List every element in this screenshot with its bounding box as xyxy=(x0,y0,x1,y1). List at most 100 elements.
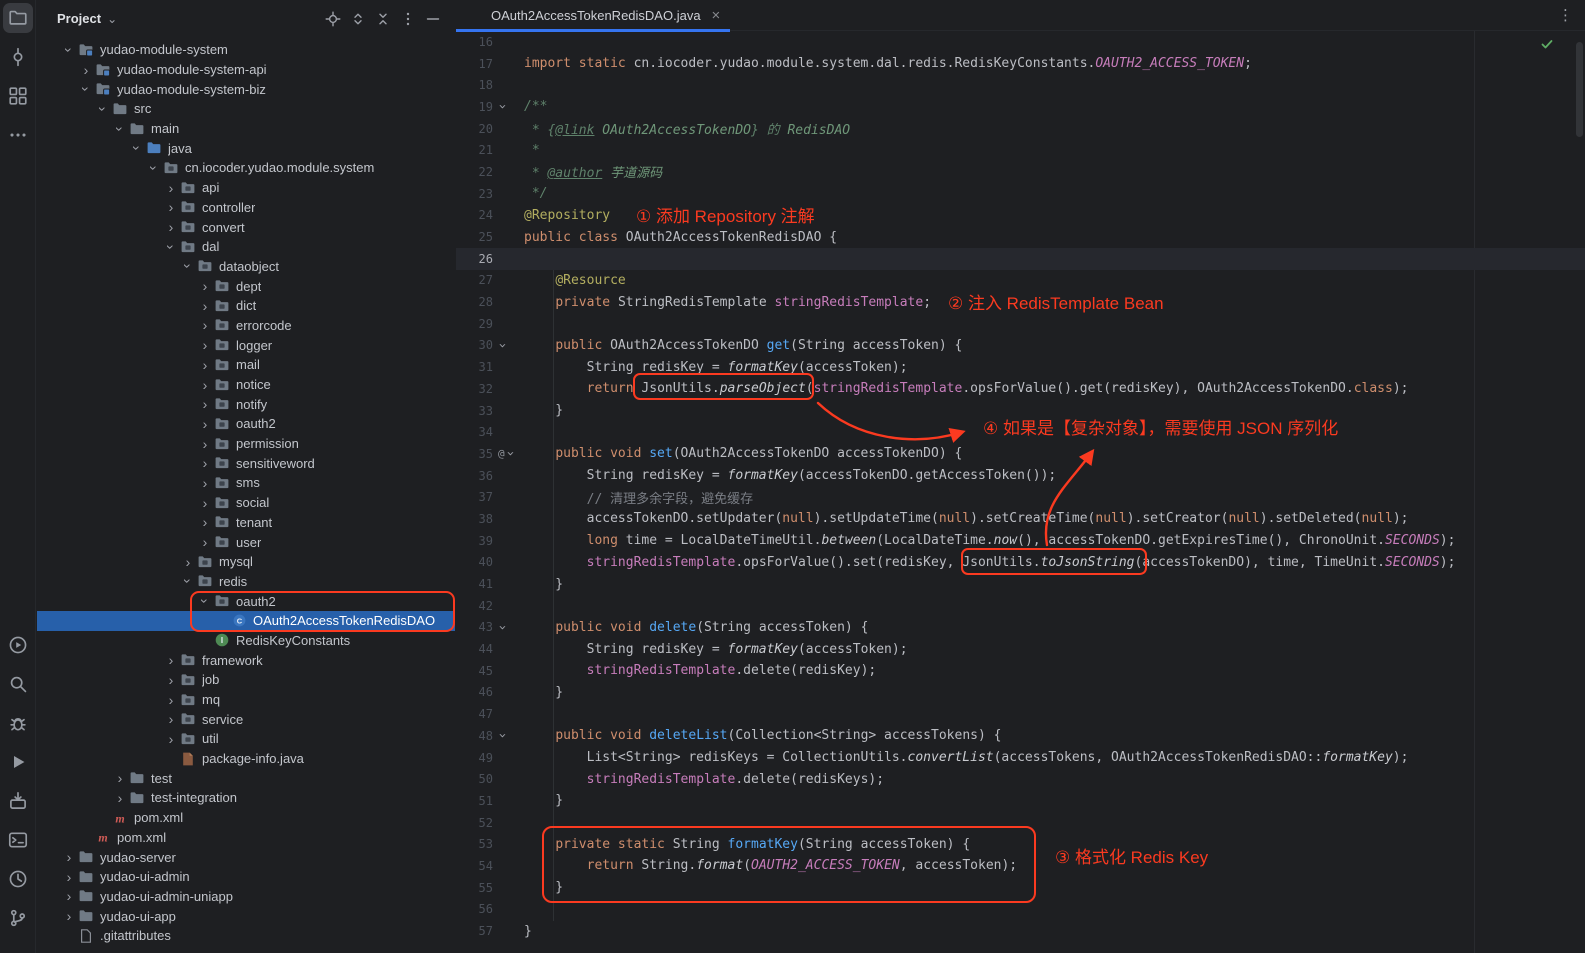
code-line[interactable]: 18 xyxy=(456,74,1585,96)
more-icon[interactable] xyxy=(3,120,33,150)
code-line[interactable]: 47 xyxy=(456,703,1585,725)
line-number[interactable]: 21 xyxy=(456,143,498,157)
editor-options-icon[interactable]: ⋮ xyxy=(1546,6,1585,24)
tree-item[interactable]: ›test xyxy=(37,768,455,788)
line-number[interactable]: 52 xyxy=(456,816,498,830)
terminal-icon[interactable] xyxy=(3,825,33,855)
build-icon[interactable] xyxy=(3,786,33,816)
code-line[interactable]: 32 return JsonUtils.parseObject(stringRe… xyxy=(456,378,1585,400)
code-line[interactable]: 30› public OAuth2AccessTokenDO get(Strin… xyxy=(456,335,1585,357)
chevron-collapsed-icon[interactable]: › xyxy=(197,318,213,332)
chevron-collapsed-icon[interactable]: › xyxy=(112,771,128,785)
tree-item[interactable]: ›job xyxy=(37,670,455,690)
code-line[interactable]: 53 private static String formatKey(Strin… xyxy=(456,833,1585,855)
tree-item[interactable]: ›notify xyxy=(37,394,455,414)
line-number[interactable]: 51 xyxy=(456,794,498,808)
tree-item[interactable]: ›yudao-server xyxy=(37,847,455,867)
chevron-collapsed-icon[interactable]: › xyxy=(163,181,179,195)
line-number[interactable]: 45 xyxy=(456,664,498,678)
line-number[interactable]: 16 xyxy=(456,35,498,49)
chevron-collapsed-icon[interactable]: › xyxy=(197,299,213,313)
line-number[interactable]: 22 xyxy=(456,165,498,179)
chevron-collapsed-icon[interactable]: › xyxy=(61,850,77,864)
chevron-collapsed-icon[interactable]: › xyxy=(197,515,213,529)
line-number[interactable]: 40 xyxy=(456,555,498,569)
chevron-expanded-icon[interactable]: › xyxy=(113,121,127,137)
chevron-collapsed-icon[interactable]: › xyxy=(197,358,213,372)
code-line[interactable]: 16 xyxy=(456,31,1585,53)
line-number[interactable]: 29 xyxy=(456,317,498,331)
code-line[interactable]: 43› public void delete(String accessToke… xyxy=(456,617,1585,639)
tree-item[interactable]: ›java xyxy=(37,138,455,158)
code-line[interactable]: 48› public void deleteList(Collection<St… xyxy=(456,725,1585,747)
chevron-expanded-icon[interactable]: › xyxy=(147,160,161,176)
fold-icon[interactable]: › xyxy=(494,623,509,631)
code-line[interactable]: 33 } xyxy=(456,400,1585,422)
code-line[interactable]: 28 private StringRedisTemplate stringRed… xyxy=(456,291,1585,313)
tree-item[interactable]: ›dict xyxy=(37,296,455,316)
tree-item[interactable]: ›dal xyxy=(37,237,455,257)
tree-item[interactable]: ›oauth2 xyxy=(37,591,455,611)
project-panel-title[interactable]: Project xyxy=(57,11,101,26)
fold-icon[interactable]: › xyxy=(494,103,509,111)
tree-item[interactable]: ›convert xyxy=(37,217,455,237)
code-line[interactable]: 37 // 清理多余字段，避免缓存 xyxy=(456,486,1585,508)
code-line[interactable]: 45 stringRedisTemplate.delete(redisKey); xyxy=(456,660,1585,682)
chevron-collapsed-icon[interactable]: › xyxy=(163,220,179,234)
chevron-expanded-icon[interactable]: › xyxy=(181,258,195,274)
tree-item[interactable]: ›controller xyxy=(37,198,455,218)
chevron-collapsed-icon[interactable]: › xyxy=(163,693,179,707)
line-number[interactable]: 18 xyxy=(456,78,498,92)
chevron-collapsed-icon[interactable]: › xyxy=(197,338,213,352)
code-line[interactable]: 38 accessTokenDO.setUpdater(null).setUpd… xyxy=(456,508,1585,530)
line-number[interactable]: 39 xyxy=(456,534,498,548)
line-number[interactable]: 38 xyxy=(456,512,498,526)
tree-item[interactable]: ›main xyxy=(37,119,455,139)
code-line[interactable]: 46 } xyxy=(456,682,1585,704)
code-line[interactable]: 29 xyxy=(456,313,1585,335)
tree-item[interactable]: ›yudao-ui-app xyxy=(37,906,455,926)
chevron-collapsed-icon[interactable]: › xyxy=(197,437,213,451)
line-number[interactable]: 43 xyxy=(456,620,498,634)
chevron-collapsed-icon[interactable]: › xyxy=(163,732,179,746)
chevron-expanded-icon[interactable]: › xyxy=(198,593,212,609)
project-icon[interactable] xyxy=(3,3,33,33)
line-number[interactable]: 42 xyxy=(456,599,498,613)
code-line[interactable]: 41 } xyxy=(456,573,1585,595)
line-number[interactable]: 28 xyxy=(456,295,498,309)
tree-item[interactable]: package-info.java xyxy=(37,749,455,769)
chevron-collapsed-icon[interactable]: › xyxy=(163,712,179,726)
structure-icon[interactable] xyxy=(3,81,33,111)
tree-item[interactable]: ›dataobject xyxy=(37,257,455,277)
chevron-collapsed-icon[interactable]: › xyxy=(61,909,77,923)
code-line[interactable]: 39 long time = LocalDateTimeUtil.between… xyxy=(456,530,1585,552)
tree-item[interactable]: ›yudao-module-system-api xyxy=(37,60,455,80)
chevron-collapsed-icon[interactable]: › xyxy=(197,378,213,392)
tree-item[interactable]: ›social xyxy=(37,493,455,513)
tree-item[interactable]: ›test-integration xyxy=(37,788,455,808)
line-number[interactable]: 23 xyxy=(456,187,498,201)
code-line[interactable]: 42 xyxy=(456,595,1585,617)
line-number[interactable]: 54 xyxy=(456,859,498,873)
tree-item[interactable]: ›dept xyxy=(37,276,455,296)
tree-item[interactable]: ›sms xyxy=(37,473,455,493)
code-line[interactable]: 49 List<String> redisKeys = CollectionUt… xyxy=(456,747,1585,769)
code-line[interactable]: 27 @Resource xyxy=(456,270,1585,292)
tree-item[interactable]: ›src xyxy=(37,99,455,119)
line-number[interactable]: 32 xyxy=(456,382,498,396)
tree-item[interactable]: ›oauth2 xyxy=(37,414,455,434)
fold-icon[interactable]: › xyxy=(502,450,517,458)
collapse-all-icon[interactable] xyxy=(375,11,391,27)
line-number[interactable]: 53 xyxy=(456,837,498,851)
code-line[interactable]: 52 xyxy=(456,812,1585,834)
tree-item[interactable]: ›notice xyxy=(37,375,455,395)
hide-icon[interactable] xyxy=(425,11,441,27)
chevron-collapsed-icon[interactable]: › xyxy=(112,791,128,805)
line-number[interactable]: 37 xyxy=(456,490,498,504)
tree-item[interactable]: ›api xyxy=(37,178,455,198)
code-line[interactable]: 40 stringRedisTemplate.opsForValue().set… xyxy=(456,552,1585,574)
chevron-expanded-icon[interactable]: › xyxy=(130,140,144,156)
line-number[interactable]: 26 xyxy=(456,252,498,266)
fold-icon[interactable]: › xyxy=(494,342,509,350)
line-number[interactable]: 35 xyxy=(456,447,498,461)
